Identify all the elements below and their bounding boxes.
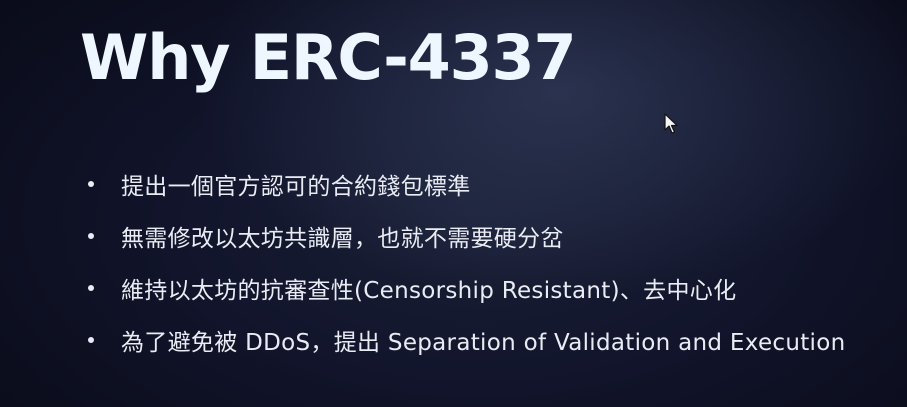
list-item: 無需修改以太坊共識層，也就不需要硬分岔 [86,210,886,262]
bullet-list: 提出一個官方認可的合約錢包標準 無需修改以太坊共識層，也就不需要硬分岔 維持以太… [86,158,886,366]
mouse-pointer-icon [664,113,678,134]
bullet-dot-icon [88,233,94,239]
bullet-text: 維持以太坊的抗審查性(Censorship Resistant)、去中心化 [121,278,737,304]
bullet-text: 提出一個官方認可的合約錢包標準 [121,174,471,200]
presentation-slide: Why ERC-4337 提出一個官方認可的合約錢包標準 無需修改以太坊共識層，… [0,0,907,407]
bullet-dot-icon [88,337,94,343]
list-item: 提出一個官方認可的合約錢包標準 [86,158,886,210]
slide-title: Why ERC-4337 [80,21,577,94]
bullet-text: 無需修改以太坊共識層，也就不需要硬分岔 [121,226,564,252]
list-item: 為了避免被 DDoS，提出 Separation of Validation a… [86,314,886,366]
list-item: 維持以太坊的抗審查性(Censorship Resistant)、去中心化 [86,262,886,314]
bullet-text: 為了避免被 DDoS，提出 Separation of Validation a… [121,330,846,356]
bullet-dot-icon [88,181,94,187]
bullet-dot-icon [88,285,94,291]
